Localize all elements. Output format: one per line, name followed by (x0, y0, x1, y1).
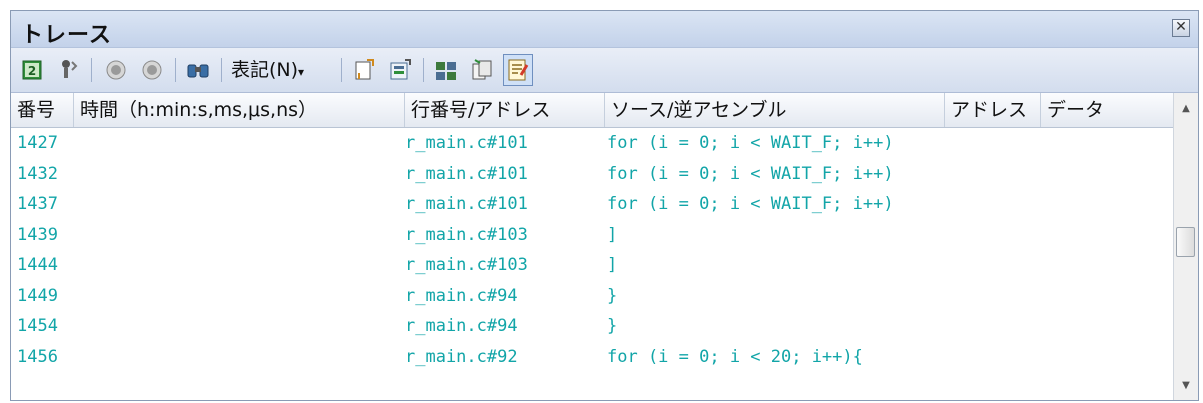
row-number: 1454 (17, 316, 58, 336)
row-source: for (i = 0; i < WAIT_F; i++) (607, 163, 894, 184)
row-line-address: r_main.c#103 (405, 224, 528, 245)
row-number: 1444 (17, 255, 58, 275)
table-body: 1427 r_main.c#101 for (i = 0; i < WAIT_F… (11, 128, 1174, 400)
jump-to-disasm-icon (390, 59, 411, 80)
row-line-address: r_main.c#101 (405, 133, 528, 153)
table-row[interactable]: 1437 r_main.c#101 for (i = 0; i < WAIT_F… (11, 189, 1174, 220)
row-source: } (607, 316, 618, 336)
table-row[interactable]: 1427 r_main.c#101 for (i = 0; i < WAIT_F… (11, 128, 1174, 159)
step-forward-button[interactable] (137, 54, 167, 86)
find-button[interactable] (183, 54, 213, 86)
copy-icon (472, 59, 492, 80)
row-source: ] (607, 255, 618, 275)
column-header-source[interactable]: ソース/逆アセンブル (605, 93, 945, 127)
show-all-icon (508, 59, 529, 81)
jump-to-source-icon (355, 59, 374, 80)
row-source: for (i = 0; i < WAIT_F; i++) (607, 133, 894, 153)
step-back-icon (106, 60, 126, 80)
close-icon: ✕ (1175, 19, 1187, 35)
row-number: 1437 (17, 194, 58, 214)
table-header: 番号 時間（h:min:s,ms,μs,ns） 行番号/アドレス ソース/逆アセ… (11, 93, 1176, 128)
toolbar-separator (91, 58, 92, 82)
column-header-data[interactable]: データ (1041, 93, 1176, 127)
scrollbar-thumb[interactable] (1176, 227, 1195, 257)
toolbar-separator (423, 58, 424, 82)
table-row[interactable]: 1449 r_main.c#94 } (11, 281, 1174, 312)
column-header-line-address[interactable]: 行番号/アドレス (405, 93, 605, 127)
trace-table: 番号 時間（h:min:s,ms,μs,ns） 行番号/アドレス ソース/逆アセ… (11, 93, 1198, 400)
row-line-address: r_main.c#94 (405, 285, 518, 306)
close-button[interactable]: ✕ (1172, 19, 1190, 37)
row-line-address: r_main.c#101 (405, 163, 528, 184)
row-number: 1427 (17, 133, 58, 153)
table-row[interactable]: 1454 r_main.c#94 } (11, 311, 1174, 342)
column-header-address[interactable]: アドレス (945, 93, 1041, 127)
table-row[interactable]: 1444 r_main.c#103 ] (11, 250, 1174, 281)
vertical-scrollbar[interactable]: ▲ ▼ (1173, 93, 1198, 400)
show-all-button[interactable] (503, 54, 533, 86)
toolbar: 2 表記(N)▾ (11, 48, 1198, 93)
notation-menu-label: 表記(N) (231, 59, 299, 81)
row-line-address: r_main.c#101 (405, 194, 528, 214)
refresh-icon: 2 (22, 60, 42, 80)
jump-to-source-button[interactable] (349, 54, 379, 86)
toolbar-separator (341, 58, 342, 82)
toolbar-separator (175, 58, 176, 82)
table-row[interactable]: 1439 r_main.c#103 ] (11, 220, 1174, 251)
column-header-time[interactable]: 時間（h:min:s,ms,μs,ns） (74, 93, 405, 127)
step-back-button[interactable] (101, 54, 131, 86)
filter-button[interactable] (53, 54, 83, 86)
svg-text:2: 2 (28, 64, 36, 78)
row-number: 1432 (17, 163, 58, 184)
trace-panel: トレース ✕ 2 表記(N)▾ 番号 時間（h:min:s,ms,μs,ns） … (10, 10, 1199, 401)
row-number: 1449 (17, 285, 58, 306)
row-source: } (607, 285, 618, 306)
row-line-address: r_main.c#94 (405, 316, 518, 336)
row-number: 1439 (17, 224, 58, 245)
jump-to-disasm-button[interactable] (385, 54, 415, 86)
notation-menu-button[interactable]: 表記(N)▾ (227, 54, 308, 86)
row-source: for (i = 0; i < 20; i++){ (607, 346, 863, 367)
arrow-down-icon: ▼ (1182, 380, 1190, 391)
arrow-up-icon: ▲ (1182, 103, 1190, 114)
row-number: 1456 (17, 346, 58, 367)
copy-button[interactable] (467, 54, 497, 86)
mixed-view-icon (436, 62, 456, 80)
refresh-button[interactable]: 2 (17, 54, 47, 86)
toolbar-separator (221, 58, 222, 82)
find-icon (187, 64, 209, 78)
row-line-address: r_main.c#92 (405, 346, 518, 367)
title-bar: トレース ✕ (11, 11, 1198, 48)
row-source: for (i = 0; i < WAIT_F; i++) (607, 194, 894, 214)
column-header-number[interactable]: 番号 (11, 93, 74, 127)
mixed-view-button[interactable] (431, 54, 461, 86)
chevron-down-icon: ▾ (298, 65, 305, 79)
row-line-address: r_main.c#103 (405, 255, 528, 275)
panel-title: トレース (21, 23, 112, 48)
filter-icon (62, 60, 78, 78)
row-source: ] (607, 224, 618, 245)
step-forward-icon (142, 60, 162, 80)
scroll-down-button[interactable]: ▼ (1174, 374, 1198, 398)
table-row[interactable]: 1432 r_main.c#101 for (i = 0; i < WAIT_F… (11, 159, 1174, 190)
table-row[interactable]: 1456 r_main.c#92 for (i = 0; i < 20; i++… (11, 342, 1174, 373)
scroll-up-button[interactable]: ▲ (1174, 97, 1198, 121)
